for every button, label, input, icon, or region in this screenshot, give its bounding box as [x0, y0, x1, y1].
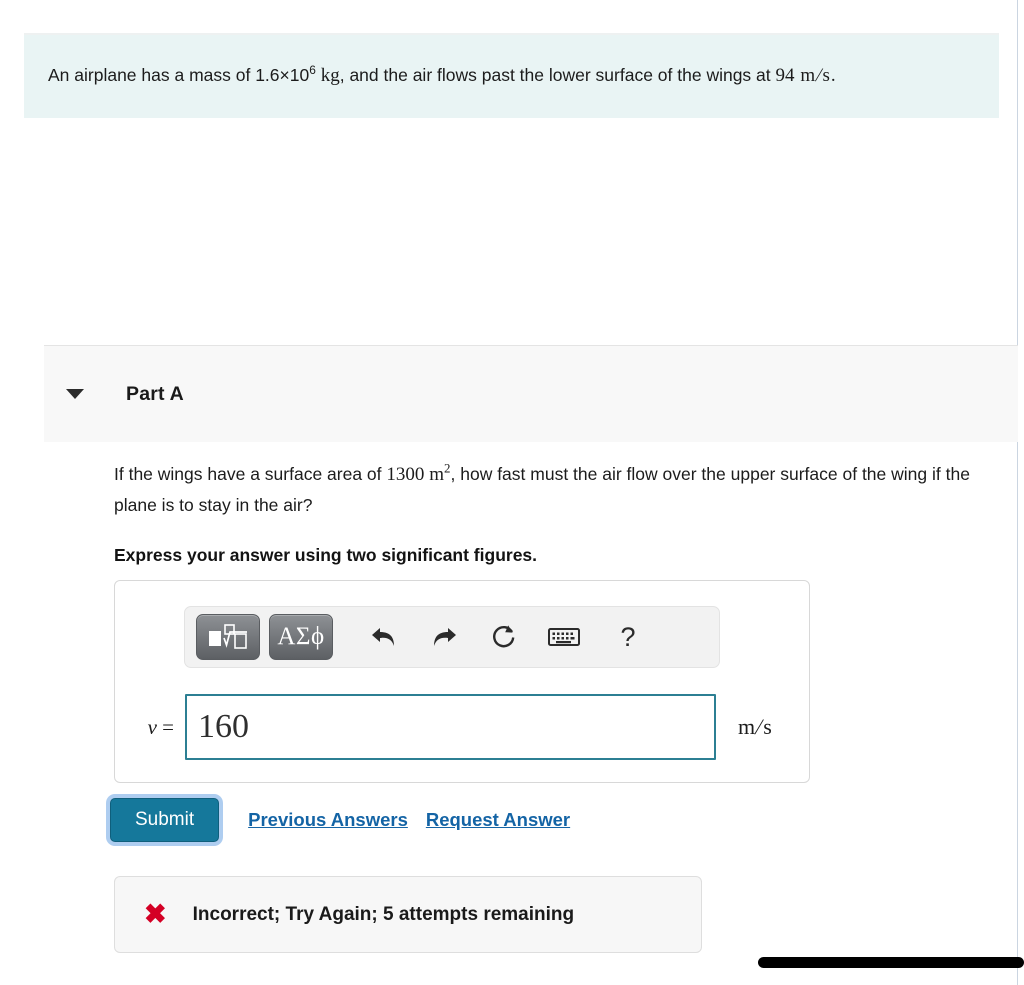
submit-row: Submit Previous Answers Request Answer: [110, 798, 570, 842]
math-template-palette-button[interactable]: [196, 614, 260, 660]
horizontal-scrollbar-thumb[interactable]: [758, 957, 1024, 968]
triangle-down-icon[interactable]: [66, 389, 84, 399]
variable-label: v =: [115, 715, 185, 740]
x-mark-icon: ✖: [144, 899, 167, 929]
part-a-header[interactable]: Part A: [44, 345, 1018, 442]
answer-widget: ΑΣϕ ? v = 160 m/s: [114, 580, 810, 783]
mass-mantissa: 1.6×10: [255, 65, 310, 85]
redo-glyph: [434, 628, 456, 646]
speed-unit-denominator: s: [822, 65, 830, 86]
page-right-border: [1017, 0, 1018, 985]
speed-unit: m/s: [799, 61, 830, 92]
math-toolbar: ΑΣϕ ?: [184, 606, 720, 668]
answer-unit-numerator: m: [738, 714, 756, 739]
submit-button[interactable]: Submit: [110, 798, 220, 842]
undo-icon[interactable]: [367, 620, 401, 654]
reset-glyph: [493, 625, 515, 648]
speed-unit-numerator: m: [800, 65, 816, 86]
redo-icon[interactable]: [427, 620, 461, 654]
previous-answers-link[interactable]: Previous Answers: [248, 809, 408, 831]
problem-statement-text: An airplane has a mass of 1.6×106 kg, an…: [48, 61, 975, 92]
request-answer-link[interactable]: Request Answer: [426, 809, 570, 831]
problem-statement-banner: An airplane has a mass of 1.6×106 kg, an…: [24, 33, 999, 118]
problem-text-before-mass: An airplane has a mass of: [48, 65, 256, 85]
area-unit: m2: [429, 462, 450, 485]
answer-input-row: v = m/s: [115, 694, 809, 760]
mass-unit: kg: [320, 65, 340, 86]
significant-figures-instruction: Express your answer using two significan…: [114, 545, 538, 566]
area-unit-symbol: m: [429, 464, 445, 485]
math-template-icon: [209, 624, 247, 649]
answer-unit-label: m/s: [737, 714, 773, 740]
problem-text-end: .: [830, 65, 836, 86]
undo-glyph: [372, 628, 394, 646]
speed-value: 94: [775, 65, 795, 86]
variable-symbol: v: [147, 714, 157, 739]
keyboard-glyph: [548, 628, 580, 646]
part-title: Part A: [126, 382, 184, 405]
question-text: If the wings have a surface area of 1300…: [114, 460, 1004, 519]
keyboard-icon[interactable]: [547, 620, 581, 654]
problem-text-middle: , and the air flows past the lower surfa…: [339, 65, 776, 85]
answer-input[interactable]: [185, 694, 716, 760]
answer-unit-denominator: s: [763, 714, 772, 739]
greek-letters-label: ΑΣϕ: [277, 623, 325, 650]
reset-icon[interactable]: [487, 620, 521, 654]
mass-exponent: 6: [309, 63, 316, 78]
greek-letters-button[interactable]: ΑΣϕ: [269, 614, 333, 660]
equals-symbol: =: [162, 714, 174, 739]
area-value: 1300: [386, 464, 425, 485]
question-body: If the wings have a surface area of 1300…: [114, 460, 1004, 566]
feedback-message: Incorrect; Try Again; 5 attempts remaini…: [192, 903, 575, 925]
mass-value: 1.6×106: [255, 63, 316, 85]
help-icon[interactable]: ?: [611, 620, 645, 654]
question-text-before-area: If the wings have a surface area of: [114, 464, 387, 484]
feedback-box: ✖ Incorrect; Try Again; 5 attempts remai…: [114, 876, 702, 953]
